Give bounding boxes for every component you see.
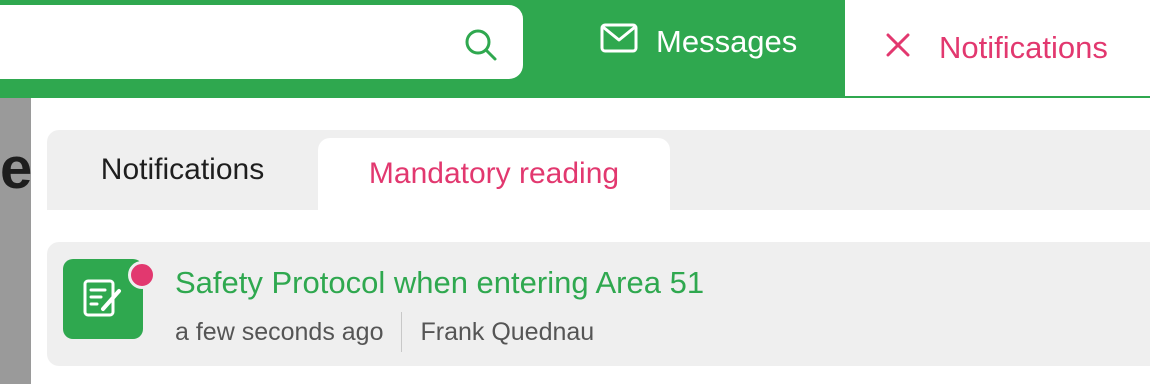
item-title[interactable]: Safety Protocol when entering Area 51 [175,265,704,301]
messages-label: Messages [656,24,798,59]
item-meta: a few seconds ago Frank Quednau [175,312,594,352]
top-bar: Messages Notifications [0,0,1150,98]
panel-tabs: Notifications Mandatory reading [47,130,1150,210]
messages-button[interactable]: Messages [600,10,797,74]
background-page-text: e [0,140,31,198]
list-item[interactable]: Safety Protocol when entering Area 51 a … [47,242,1150,366]
tab-mandatory-reading[interactable]: Mandatory reading [318,138,670,210]
tab-notifications[interactable]: Notifications [47,130,318,210]
notifications-label: Notifications [939,30,1108,65]
item-author: Frank Quednau [420,317,595,346]
search-input[interactable] [0,5,523,79]
item-timestamp: a few seconds ago [175,317,384,346]
unread-indicator [128,261,156,289]
envelope-icon [600,23,638,61]
close-icon[interactable] [885,30,911,66]
notifications-toggle[interactable]: Notifications [845,0,1150,96]
notifications-panel: Notifications Mandatory reading Safety P… [31,98,1150,384]
meta-divider [401,312,403,352]
search-icon[interactable] [463,27,499,63]
